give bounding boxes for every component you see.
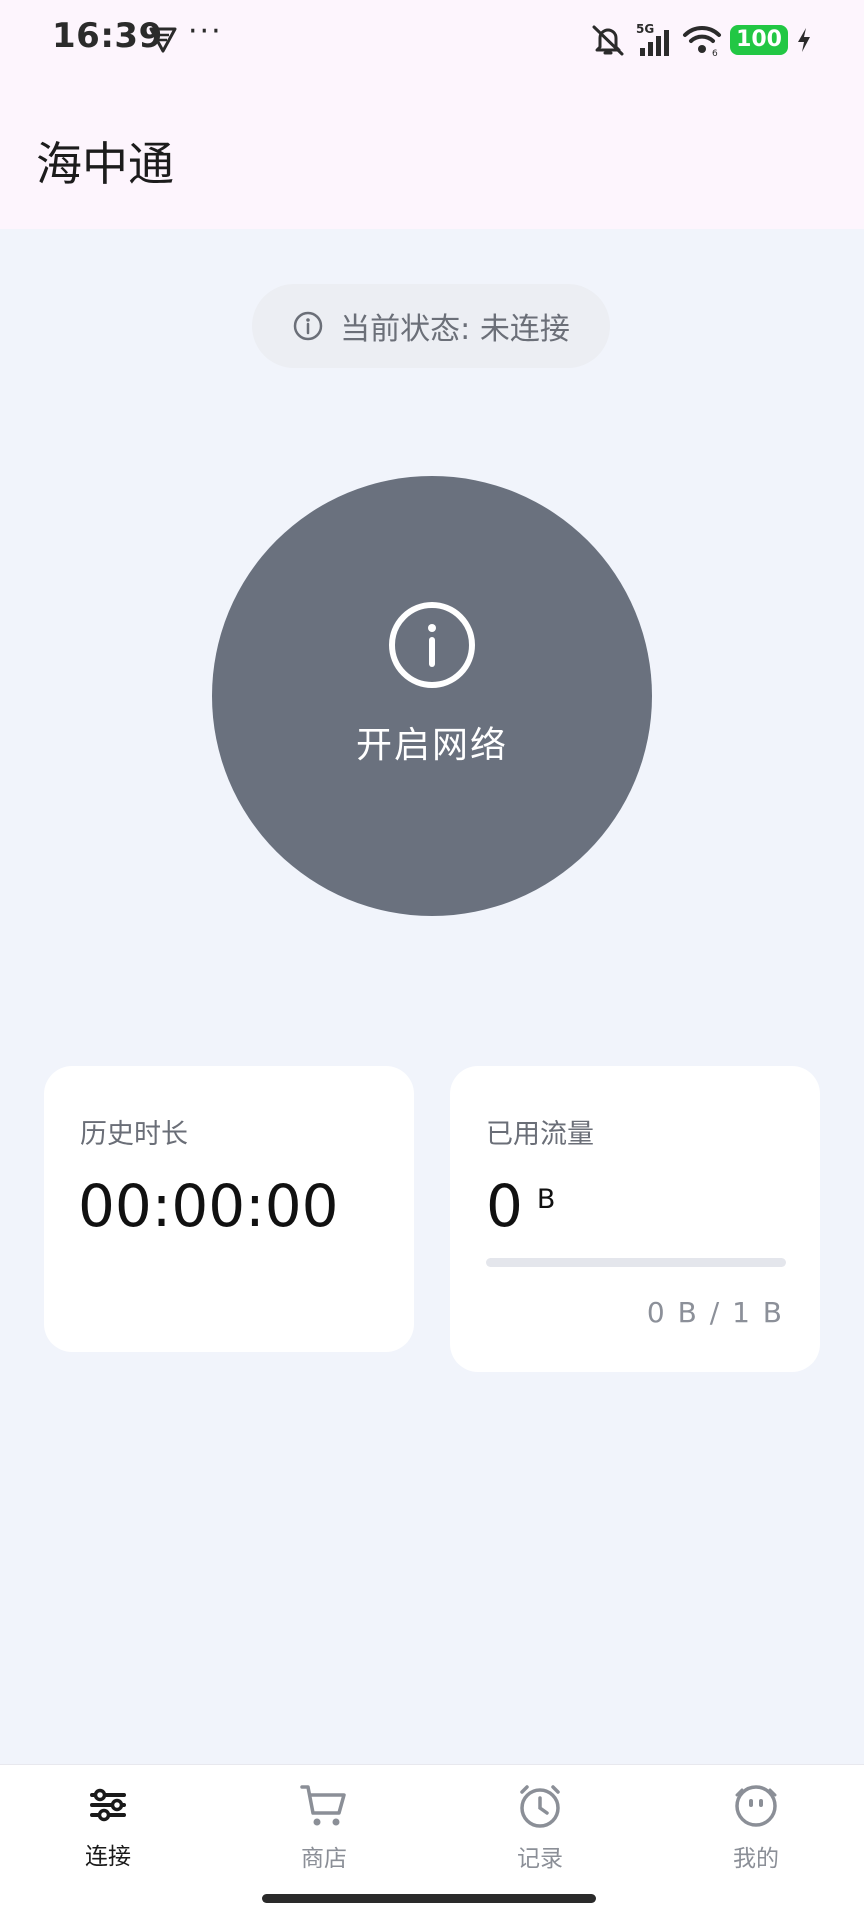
connection-status-text: 当前状态: 未连接 [340, 312, 570, 347]
svg-text:6: 6 [712, 49, 718, 57]
face-icon [735, 1785, 777, 1827]
clock-icon [520, 1785, 560, 1828]
history-duration-title: 历史时长 [80, 1119, 188, 1150]
connection-status-pill: 当前状态: 未连接 [252, 284, 610, 368]
wifi-icon: 6 [683, 25, 722, 57]
nav-label-store: 商店 [301, 1846, 347, 1872]
nav-item-connect[interactable]: 连接 [28, 1783, 188, 1893]
open-network-label: 开启网络 [355, 725, 508, 766]
charging-icon [798, 28, 810, 52]
status-time: 16:39 [52, 16, 163, 56]
connect-icon [90, 1788, 126, 1822]
home-indicator[interactable] [262, 1894, 596, 1903]
nav-item-store[interactable]: 商店 [244, 1783, 404, 1893]
signal-icon: 5G [636, 22, 670, 56]
nav-item-records[interactable]: 记录 [460, 1783, 620, 1893]
status-more-dots: ··· [188, 14, 223, 49]
cart-icon [300, 1785, 346, 1826]
vpn-icon [149, 27, 177, 53]
used-traffic-value: 0 [486, 1172, 523, 1240]
used-traffic-title: 已用流量 [486, 1119, 594, 1150]
info-icon [389, 602, 475, 688]
traffic-progress-bar [486, 1258, 786, 1267]
used-traffic-unit: B [536, 1184, 556, 1215]
battery-level: 100 [730, 25, 788, 55]
top-bar: 16:39 ··· 5G 6 100 海中通 [0, 0, 864, 229]
history-duration-card: 历史时长 00:00:00 [44, 1066, 414, 1352]
open-network-button[interactable]: 开启网络 [212, 476, 652, 916]
history-duration-value: 00:00:00 [78, 1172, 339, 1240]
svg-text:5G: 5G [636, 22, 654, 36]
nav-label-mine: 我的 [733, 1846, 779, 1872]
used-traffic-value-row: 0 B [486, 1172, 555, 1240]
used-traffic-card: 已用流量 0 B 0 B / 1 B [450, 1066, 820, 1372]
nav-item-mine[interactable]: 我的 [676, 1783, 836, 1893]
traffic-usage-text: 0 B / 1 B [646, 1296, 784, 1329]
nav-label-connect: 连接 [85, 1844, 131, 1870]
info-icon [293, 311, 323, 341]
status-icons: 5G 6 100 [590, 20, 812, 60]
mute-icon [592, 25, 624, 56]
nav-label-records: 记录 [517, 1846, 563, 1872]
page-title: 海中通 [36, 137, 174, 191]
